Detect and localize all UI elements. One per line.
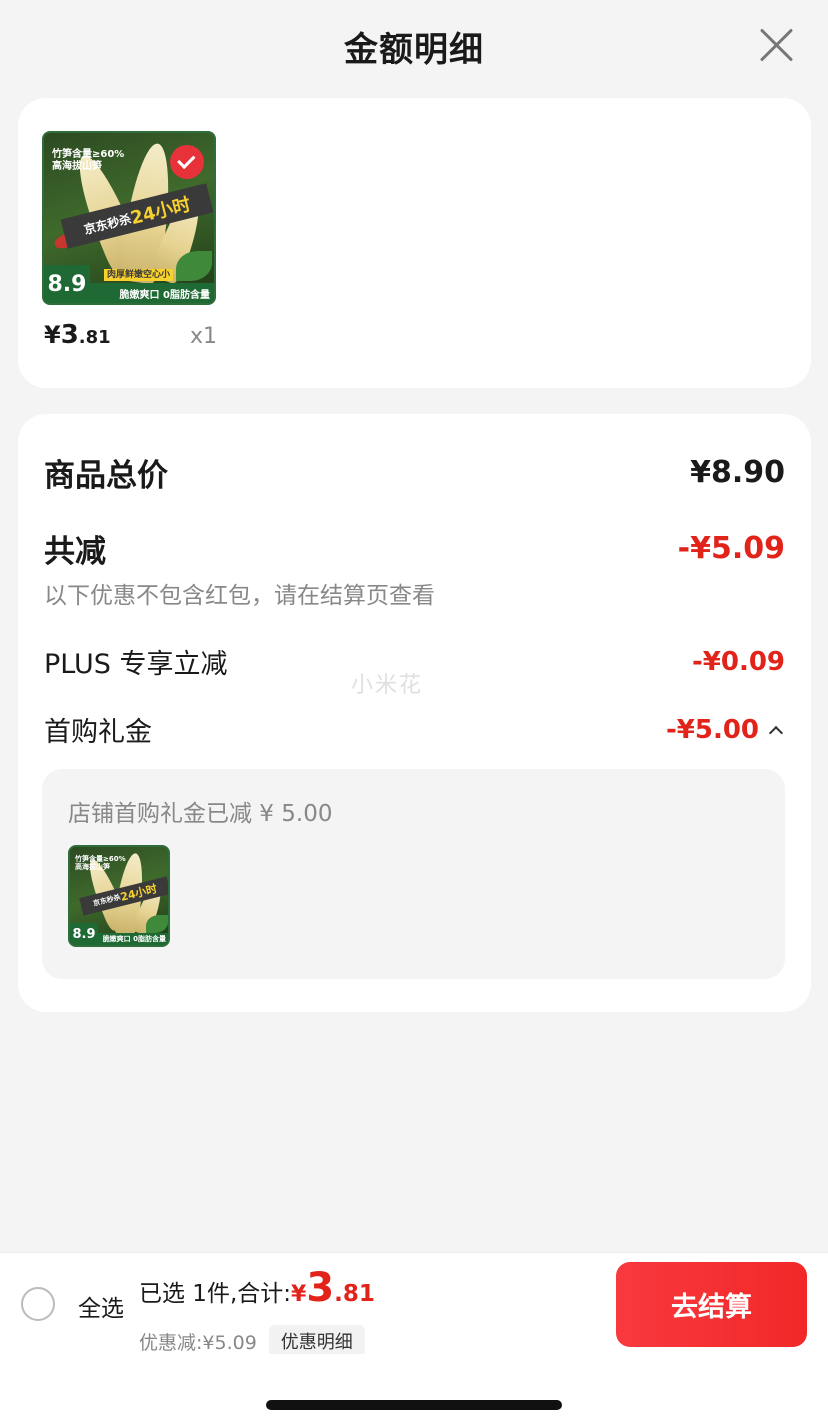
product-note: 肉厚鲜嫩空心小 [104, 268, 174, 281]
total-price-value: ¥8.90 [690, 455, 785, 490]
discount-summary-text: 优惠减:¥5.09 [139, 1331, 257, 1354]
gift-headline-1: 竹笋含量≥60% [75, 855, 126, 863]
product-headline-2: 高海拔山笋 [52, 160, 102, 172]
product-image[interactable]: 竹笋含量≥60% 高海拔山笋 京东秒杀 24小时 脆嫩爽口 0脂肪含量 肉厚鲜嫩空… [42, 131, 216, 305]
product-headline-1: 竹笋含量≥60% [52, 149, 125, 160]
product-card: 竹笋含量≥60% 高海拔山笋 京东秒杀 24小时 脆嫩爽口 0脂肪含量 肉厚鲜嫩空… [18, 98, 811, 388]
checkout-button[interactable]: 去结算 [616, 1262, 807, 1347]
close-icon[interactable] [758, 27, 794, 63]
gift-detail-box: 店铺首购礼金已减 ¥ 5.00 竹笋含量≥60% 高海拔山笋 京东秒杀 24小时 … [42, 769, 785, 979]
watermark: 小米花 [351, 673, 424, 698]
discount-row: 共减 -¥5.09 [44, 526, 785, 571]
first-gift-value: -¥5.00 [665, 714, 759, 745]
first-gift-label: 首购礼金 [44, 717, 152, 748]
selected-prefix: 已选 1件,合计: [139, 1281, 292, 1307]
safe-area [0, 1354, 828, 1427]
total-price-row: 商品总价 ¥8.90 [44, 450, 785, 495]
discount-note: 以下优惠不包含红包，请在结算页查看 [44, 583, 435, 609]
product-price-tag: 8.9 [44, 265, 90, 303]
gift-price-tag: 8.9 [70, 923, 98, 945]
product-quantity: x1 [190, 324, 218, 349]
amount-detail-card: 商品总价 ¥8.90 共减 -¥5.09 以下优惠不包含红包，请在结算页查看 P… [18, 414, 811, 1012]
checkout-bar: 全选 已选 1件,合计: ¥3.81 优惠减:¥5.09 优惠明细 去结算 [0, 1252, 828, 1357]
selected-check-icon[interactable] [170, 145, 204, 179]
gift-headline-2: 高海拔山笋 [75, 863, 110, 872]
selected-total: ¥3.81 [291, 1265, 375, 1311]
total-price-label: 商品总价 [44, 458, 168, 494]
product-price: ¥3.81 [44, 320, 111, 350]
page-title: 金额明细 [344, 29, 484, 70]
discount-value: -¥5.09 [677, 531, 785, 566]
gift-product-image: 竹笋含量≥60% 高海拔山笋 京东秒杀 24小时 脆嫩爽口 0脂肪含量 8.9 [68, 845, 170, 947]
home-indicator [266, 1400, 562, 1410]
discount-summary: 优惠减:¥5.09 优惠明细 [139, 1325, 365, 1357]
discount-detail-button[interactable]: 优惠明细 [268, 1325, 365, 1357]
gift-detail-text: 店铺首购礼金已减 ¥ 5.00 [68, 801, 333, 827]
select-all-label[interactable]: 全选 [78, 1289, 124, 1323]
discount-label: 共减 [44, 534, 106, 570]
first-gift-value-wrap: -¥5.00 [665, 714, 784, 745]
select-all-radio[interactable] [21, 1287, 55, 1321]
header: 金额明细 [0, 0, 828, 92]
plus-label: PLUS 专享立减 [44, 649, 228, 680]
chevron-up-icon[interactable] [768, 725, 784, 740]
first-gift-row[interactable]: 首购礼金 -¥5.00 [44, 710, 784, 749]
plus-value: -¥0.09 [691, 646, 785, 677]
selected-summary: 已选 1件,合计: ¥3.81 [139, 1265, 375, 1311]
